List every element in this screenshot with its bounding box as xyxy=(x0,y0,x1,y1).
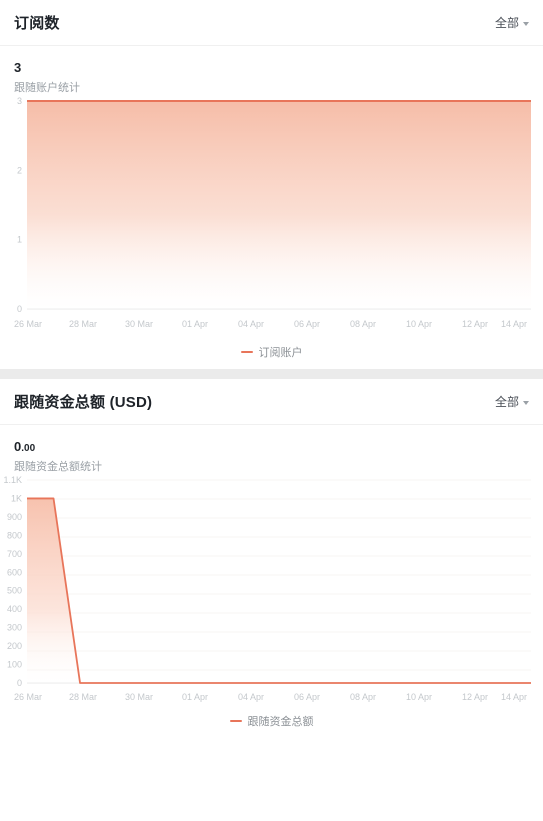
period-filter-dropdown[interactable]: 全部 xyxy=(495,393,529,410)
chart-legend[interactable]: 订阅账户 xyxy=(0,335,543,369)
total-following-funds-card: 跟随资金总额 (USD) 全部 0.00 跟随资金总额统计 0 100 200 … xyxy=(0,379,543,738)
y-tick-label: 0 xyxy=(17,304,22,314)
x-tick-label: 04 Apr xyxy=(238,319,264,329)
chart-plot-area xyxy=(27,100,531,310)
x-tick-label: 06 Apr xyxy=(294,319,320,329)
period-filter-dropdown[interactable]: 全部 xyxy=(495,14,529,31)
y-tick-label: 1.1K xyxy=(3,475,22,485)
series-area-subscription-accounts xyxy=(27,101,531,309)
legend-label: 跟随资金总额 xyxy=(247,716,314,728)
total-following-funds-chart[interactable]: 0 100 200 300 400 500 600 700 800 900 1K 1.1K 26 Ma… xyxy=(0,474,543,704)
chart-legend[interactable]: 跟随资金总额 xyxy=(0,704,543,738)
metric-value-main: 3 xyxy=(14,60,22,75)
card-body: 0.00 跟随资金总额统计 xyxy=(0,425,543,474)
y-tick-label: 1K xyxy=(11,493,22,503)
x-tick-label: 06 Apr xyxy=(294,692,320,702)
series-area-total-following-funds xyxy=(27,498,531,683)
x-tick-label: 28 Mar xyxy=(69,319,97,329)
chart-svg: 0 100 200 300 400 500 600 700 800 900 1K 1.1K 26 Ma… xyxy=(3,475,531,702)
x-axis-ticks: 26 Mar 28 Mar 30 Mar 01 Apr 04 Apr 06 Apr 08 A… xyxy=(14,319,527,329)
period-filter-label: 全部 xyxy=(494,16,519,30)
page-title: 跟随资金总额 (USD) xyxy=(14,394,153,411)
card-header: 跟随资金总额 (USD) 全部 xyxy=(0,379,543,425)
metric-label: 跟随账户统计 xyxy=(14,82,80,94)
metric-value: 3 xyxy=(14,60,529,78)
y-tick-label: 500 xyxy=(7,586,22,596)
x-tick-label: 26 Mar xyxy=(14,692,42,702)
metric-value-fraction: .00 xyxy=(21,443,36,454)
period-filter-label: 全部 xyxy=(494,395,519,409)
chart-svg: 0 1 2 3 26 Mar 28 Mar 30 Mar 01 Apr 04 Apr 06 Ap… xyxy=(14,96,531,329)
x-tick-label: 04 Apr xyxy=(238,692,264,702)
legend-label: 订阅账户 xyxy=(258,347,303,359)
y-axis-ticks: 0 100 200 300 400 500 600 700 800 900 1K 1.1K xyxy=(3,475,22,688)
chevron-down-icon xyxy=(523,21,529,26)
y-tick-label: 2 xyxy=(17,165,22,175)
x-tick-label: 26 Mar xyxy=(14,319,42,329)
card-separator xyxy=(0,369,543,379)
subscription-count-card: 订阅数 全部 3 跟随账户统计 0 1 2 3 26 Mar 28 Mar 30… xyxy=(0,0,543,369)
y-tick-label: 0 xyxy=(17,678,22,688)
x-tick-label: 30 Mar xyxy=(125,319,153,329)
y-tick-label: 1 xyxy=(17,235,22,245)
x-tick-label: 30 Mar xyxy=(125,692,153,702)
x-tick-label: 12 Apr xyxy=(462,692,488,702)
legend-marker-icon xyxy=(240,351,253,353)
x-tick-label: 14 Apr xyxy=(501,692,527,702)
y-tick-label: 700 xyxy=(7,549,22,559)
x-tick-label: 08 Apr xyxy=(350,692,376,702)
x-tick-label: 10 Apr xyxy=(406,319,432,329)
x-tick-label: 14 Apr xyxy=(501,319,527,329)
y-tick-label: 3 xyxy=(17,96,22,106)
x-axis-ticks: 26 Mar 28 Mar 30 Mar 01 Apr 04 Apr 06 Apr 08 A… xyxy=(14,692,527,702)
x-tick-label: 10 Apr xyxy=(406,692,432,702)
page-title: 订阅数 xyxy=(14,15,60,32)
x-tick-label: 08 Apr xyxy=(350,319,376,329)
subscription-count-chart[interactable]: 0 1 2 3 26 Mar 28 Mar 30 Mar 01 Apr 04 Apr 06 Ap… xyxy=(0,95,543,335)
metric-value: 0.00 xyxy=(14,439,529,457)
y-tick-label: 300 xyxy=(7,623,22,633)
x-tick-label: 12 Apr xyxy=(462,319,488,329)
x-tick-label: 28 Mar xyxy=(69,692,97,702)
series-line-total-following-funds xyxy=(27,497,531,684)
y-tick-label: 600 xyxy=(7,567,22,577)
y-tick-label: 800 xyxy=(7,530,22,540)
subscription-stats-page: 订阅数 全部 3 跟随账户统计 0 1 2 3 26 Mar 28 Mar 30… xyxy=(0,0,543,821)
x-tick-label: 01 Apr xyxy=(182,692,208,702)
y-tick-label: 200 xyxy=(7,641,22,651)
chart-plot-area xyxy=(27,497,531,684)
y-tick-label: 900 xyxy=(7,512,22,522)
y-tick-label: 400 xyxy=(7,604,22,614)
chart-gridlines xyxy=(27,479,531,671)
x-tick-label: 01 Apr xyxy=(182,319,208,329)
chevron-down-icon xyxy=(523,400,529,405)
metric-label: 跟随资金总额统计 xyxy=(14,461,102,473)
legend-marker-icon xyxy=(229,720,242,722)
y-tick-label: 100 xyxy=(7,660,22,670)
card-body: 3 跟随账户统计 xyxy=(0,46,543,95)
card-header: 订阅数 全部 xyxy=(0,0,543,46)
y-axis-ticks: 0 1 2 3 xyxy=(17,96,22,314)
